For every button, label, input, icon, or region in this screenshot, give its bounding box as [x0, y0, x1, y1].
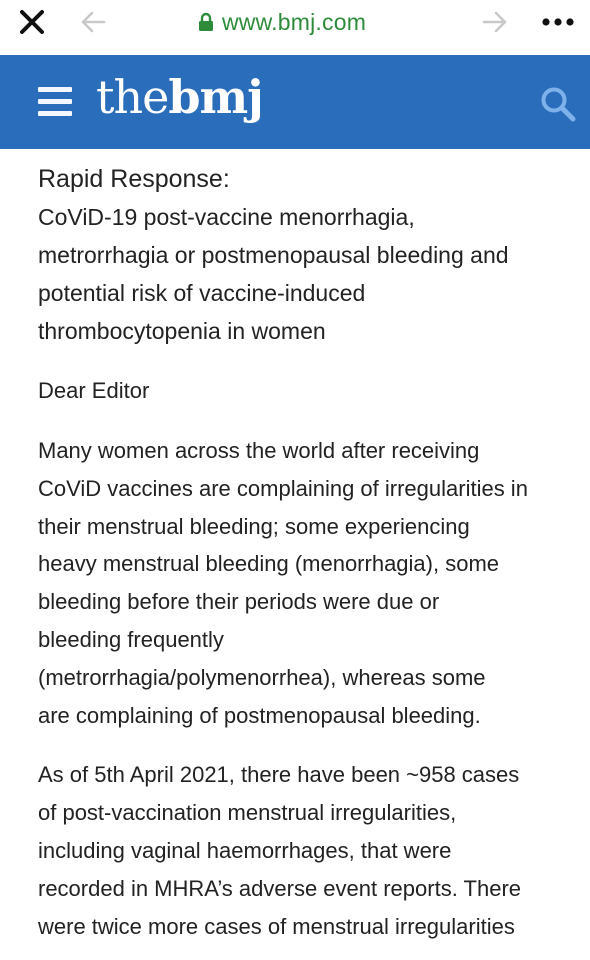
more-dots-icon — [542, 18, 574, 26]
logo-prefix: the — [96, 70, 169, 124]
paragraph-line: Many women across the world after receiv… — [38, 438, 480, 463]
lock-icon — [199, 12, 213, 31]
hamburger-menu-icon[interactable] — [38, 87, 72, 117]
search-icon — [541, 87, 576, 122]
url-text: www.bmj.com — [222, 8, 367, 35]
browser-toolbar: www.bmj.com — [0, 0, 590, 46]
title-line: thrombocytopenia in women — [38, 318, 326, 344]
site-header: thebmj — [0, 55, 590, 149]
paragraph-line: their menstrual bleeding; some experienc… — [38, 513, 470, 539]
close-icon — [20, 10, 44, 34]
paragraph-line: As of 5th April 2021, there have been ~9… — [38, 762, 520, 788]
article-kicker: Rapid Response: — [38, 165, 230, 193]
paragraph-line: were twice more cases of menstrual irreg… — [38, 913, 515, 939]
paragraph-line: (metrorrhagia/polymenorrhea), whereas so… — [38, 664, 486, 690]
address-bar[interactable]: www.bmj.com — [198, 7, 366, 37]
paragraph-line: bleeding before their periods were due o… — [38, 589, 440, 615]
title-line: metrorrhagia or postmenopausal bleeding … — [38, 242, 509, 268]
paragraph-line: heavy menstrual bleeding (menorrhagia), … — [38, 551, 500, 577]
salutation: Dear Editor — [38, 378, 150, 403]
title-line: CoViD-19 post-vaccine menorrhagia, — [38, 204, 415, 230]
bmj-logo[interactable]: thebmj — [96, 70, 264, 130]
more-options-button[interactable] — [540, 10, 576, 34]
paragraph-line: bleeding frequently — [38, 626, 224, 652]
close-button[interactable] — [18, 8, 46, 36]
search-button[interactable] — [538, 84, 578, 124]
paragraph-line: are complaining of postmenopausal bleedi… — [38, 702, 481, 728]
forward-button[interactable] — [482, 10, 508, 34]
back-button[interactable] — [80, 10, 106, 34]
forward-arrow-icon — [482, 11, 507, 33]
paragraph-line: recorded in MHRA’s adverse event reports… — [38, 875, 522, 901]
paragraph-line: of post-vaccination menstrual irregulari… — [38, 800, 457, 826]
paragraph-2: As of 5th April 2021, there have been ~9… — [38, 756, 568, 945]
logo-brand: bmj — [168, 70, 263, 124]
paragraph-line: CoViD vaccines are complaining of irregu… — [38, 475, 528, 501]
title-line: potential risk of vaccine-induced — [38, 280, 366, 306]
back-arrow-icon — [81, 11, 106, 33]
article-body: Rapid Response: CoViD-19 post-vaccine me… — [38, 160, 568, 945]
paragraph-1: Many women across the world after receiv… — [38, 432, 568, 734]
paragraph-line: including vaginal haemorrhages, that wer… — [38, 837, 452, 863]
article-title: CoViD-19 post-vaccine menorrhagia, metro… — [38, 198, 568, 350]
